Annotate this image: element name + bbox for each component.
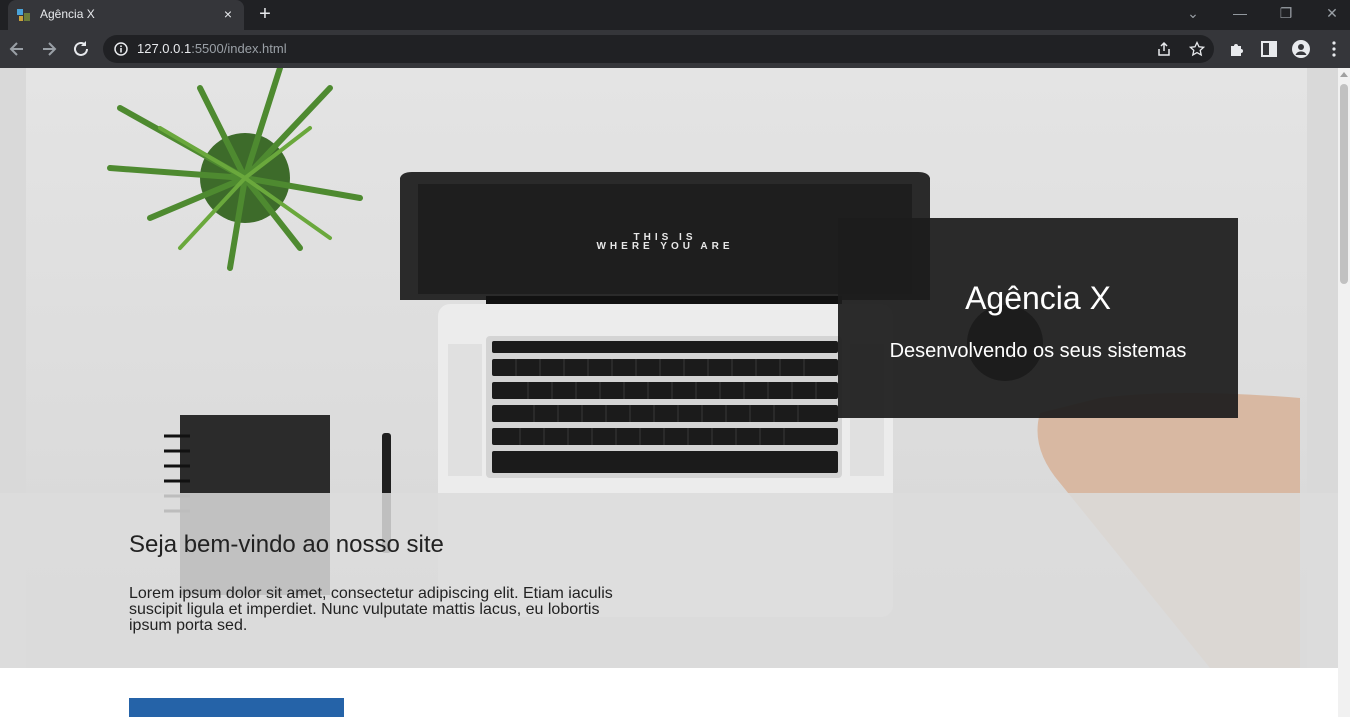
- hero-title-box: Agência X Desenvolvendo os seus sistemas: [838, 218, 1238, 418]
- welcome-paragraph: Lorem ipsum dolor sit amet, consectetur …: [129, 585, 613, 634]
- reload-icon[interactable]: [71, 39, 91, 59]
- browser-tab[interactable]: Agência X ×: [8, 0, 244, 30]
- scroll-up-icon[interactable]: [1340, 72, 1348, 77]
- blue-content-block: [129, 698, 344, 717]
- new-tab-button[interactable]: +: [255, 4, 275, 24]
- favicon-icon: [17, 9, 30, 21]
- share-icon[interactable]: [1156, 41, 1172, 57]
- forward-icon[interactable]: [39, 39, 59, 59]
- minimize-icon[interactable]: —: [1228, 3, 1252, 23]
- hero-section: THIS IS WHERE YOU ARE Agência X Desenvol…: [0, 68, 1338, 668]
- browser-toolbar: 127.0.0.1:5500/index.html: [0, 30, 1350, 68]
- page-title: Agência X: [965, 280, 1111, 316]
- side-panel-icon[interactable]: [1260, 40, 1278, 58]
- tab-search-icon[interactable]: ⌄: [1181, 3, 1205, 23]
- welcome-section: Seja bem-vindo ao nosso site Lorem ipsum…: [0, 493, 1338, 668]
- profile-icon[interactable]: [1292, 40, 1310, 58]
- web-page: THIS IS WHERE YOU ARE Agência X Desenvol…: [0, 68, 1338, 717]
- page-subtitle: Desenvolvendo os seus sistemas: [889, 340, 1187, 362]
- close-window-icon[interactable]: ✕: [1320, 3, 1344, 23]
- scroll-thumb[interactable]: [1340, 84, 1348, 284]
- tab-strip: Agência X × + ⌄ — ❐ ✕: [0, 0, 1350, 30]
- bookmark-star-icon[interactable]: [1189, 41, 1205, 57]
- address-bar[interactable]: 127.0.0.1:5500/index.html: [103, 35, 1214, 63]
- page-scrollbar[interactable]: [1338, 68, 1350, 717]
- welcome-heading: Seja bem-vindo ao nosso site: [129, 531, 444, 558]
- back-icon[interactable]: [7, 39, 27, 59]
- screen-text-line2: WHERE YOU ARE: [596, 241, 733, 252]
- keyboard-image: [492, 341, 838, 473]
- menu-icon[interactable]: [1325, 40, 1343, 58]
- site-info-icon[interactable]: [114, 42, 128, 56]
- extensions-icon[interactable]: [1228, 40, 1246, 58]
- restore-icon[interactable]: ❐: [1274, 3, 1298, 23]
- tab-title: Agência X: [40, 7, 95, 21]
- url-host: 127.0.0.1: [137, 41, 192, 56]
- url-path: :5500/index.html: [191, 41, 287, 56]
- tab-close-icon[interactable]: ×: [220, 6, 236, 22]
- url-text[interactable]: 127.0.0.1:5500/index.html: [137, 41, 287, 56]
- plant-image: [107, 68, 363, 271]
